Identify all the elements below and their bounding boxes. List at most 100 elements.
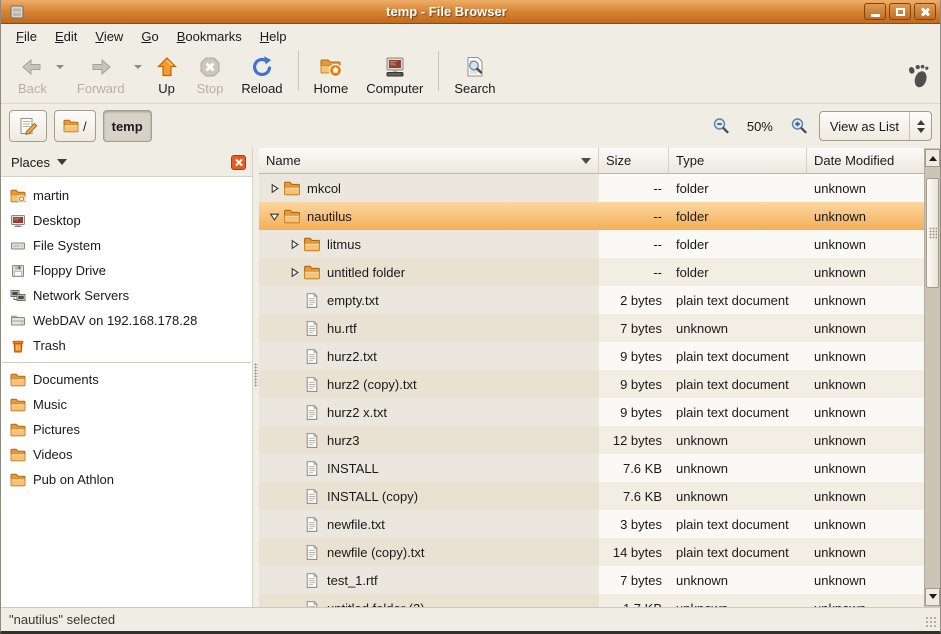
file-name: hurz2.txt bbox=[327, 349, 377, 364]
sidebar-item-desktop[interactable]: Desktop bbox=[1, 208, 252, 233]
sidebar-item-music[interactable]: Music bbox=[1, 392, 252, 417]
menu-help[interactable]: Help bbox=[251, 26, 296, 47]
minimize-button[interactable] bbox=[864, 3, 886, 20]
table-row[interactable]: hu.rtf7 bytesunknownunknown bbox=[259, 314, 924, 342]
scrollbar-thumb[interactable] bbox=[926, 178, 939, 288]
table-row[interactable]: newfile (copy).txt14 bytesplain text doc… bbox=[259, 538, 924, 566]
forward-history-dropdown-icon[interactable] bbox=[134, 65, 142, 73]
path-button-current[interactable]: temp bbox=[103, 110, 152, 142]
search-button[interactable]: Search bbox=[445, 51, 504, 100]
date-cell: unknown bbox=[807, 314, 924, 342]
resize-grip[interactable] bbox=[925, 616, 938, 629]
column-header-type[interactable]: Type bbox=[669, 148, 807, 174]
sidebar-mode-select[interactable]: Places bbox=[7, 155, 50, 170]
sidebar-item-trash[interactable]: Trash bbox=[1, 333, 252, 358]
file-list-view: NameSizeTypeDate Modified mkcol--folderu… bbox=[259, 148, 940, 607]
menu-edit[interactable]: Edit bbox=[46, 26, 86, 47]
window-title: temp - File Browser bbox=[29, 4, 864, 19]
zoom-level: 50% bbox=[741, 119, 779, 134]
table-row[interactable]: newfile.txt3 bytesplain text documentunk… bbox=[259, 510, 924, 538]
spinner-up-icon bbox=[917, 116, 925, 125]
size-cell: 9 bytes bbox=[599, 398, 669, 426]
table-row[interactable]: hurz2 x.txt9 bytesplain text documentunk… bbox=[259, 398, 924, 426]
sidebar-item-file-system[interactable]: File System bbox=[1, 233, 252, 258]
close-button[interactable] bbox=[914, 3, 936, 20]
table-row[interactable]: test_1.rtf7 bytesunknownunknown bbox=[259, 566, 924, 594]
table-row[interactable]: untitled folder (2)1.7 KBunknownunknown bbox=[259, 594, 924, 607]
menu-file[interactable]: File bbox=[7, 26, 46, 47]
edit-location-button[interactable] bbox=[9, 110, 47, 142]
date-cell: unknown bbox=[807, 202, 924, 230]
table-row[interactable]: nautilus--folderunknown bbox=[259, 202, 924, 230]
zoom-out-button[interactable] bbox=[711, 116, 731, 136]
table-row[interactable]: INSTALL7.6 KBunknownunknown bbox=[259, 454, 924, 482]
table-row[interactable]: litmus--folderunknown bbox=[259, 230, 924, 258]
path-button-root[interactable]: / bbox=[54, 110, 96, 142]
maximize-button[interactable] bbox=[889, 3, 911, 20]
name-cell: untitled folder bbox=[259, 258, 599, 286]
file-icon bbox=[303, 488, 321, 505]
type-cell: plain text document bbox=[669, 538, 807, 566]
name-cell: INSTALL bbox=[259, 454, 599, 482]
sidebar-item-webdav-on-192-168-178-28[interactable]: WebDAV on 192.168.178.28 bbox=[1, 308, 252, 333]
view-mode-select[interactable]: View as List bbox=[819, 111, 932, 141]
menu-view[interactable]: View bbox=[86, 26, 132, 47]
expander-collapsed-icon[interactable] bbox=[265, 183, 283, 194]
table-row[interactable]: hurz312 bytesunknownunknown bbox=[259, 426, 924, 454]
sidebar-item-floppy-drive[interactable]: Floppy Drive bbox=[1, 258, 252, 283]
table-row[interactable]: hurz2.txt9 bytesplain text documentunkno… bbox=[259, 342, 924, 370]
size-cell: 7.6 KB bbox=[599, 454, 669, 482]
vertical-scrollbar[interactable] bbox=[924, 148, 940, 607]
folder-icon bbox=[10, 372, 26, 388]
scroll-up-button[interactable] bbox=[925, 149, 940, 167]
type-cell: folder bbox=[669, 174, 807, 202]
view-mode-spinner[interactable] bbox=[909, 112, 931, 140]
column-header-date[interactable]: Date Modified bbox=[807, 148, 924, 174]
date-cell: unknown bbox=[807, 426, 924, 454]
file-icon bbox=[303, 516, 321, 533]
up-button[interactable]: Up bbox=[146, 51, 188, 100]
sidebar-item-pub-on-athlon[interactable]: Pub on Athlon bbox=[1, 467, 252, 492]
home-label: Home bbox=[314, 81, 349, 96]
table-row[interactable]: hurz2 (copy).txt9 bytesplain text docume… bbox=[259, 370, 924, 398]
search-label: Search bbox=[454, 81, 495, 96]
back-history-dropdown-icon[interactable] bbox=[56, 65, 64, 73]
sidebar-item-pictures[interactable]: Pictures bbox=[1, 417, 252, 442]
sidebar-close-button[interactable] bbox=[231, 155, 246, 170]
size-cell: 9 bytes bbox=[599, 342, 669, 370]
menu-bookmarks[interactable]: Bookmarks bbox=[168, 26, 251, 47]
column-header-size[interactable]: Size bbox=[599, 148, 669, 174]
sidebar-item-documents[interactable]: Documents bbox=[1, 367, 252, 392]
computer-button[interactable]: Computer bbox=[357, 51, 432, 100]
home-button[interactable]: Home bbox=[305, 51, 358, 100]
sidebar-item-label: File System bbox=[33, 238, 101, 253]
forward-button: Forward bbox=[68, 51, 134, 100]
date-cell: unknown bbox=[807, 258, 924, 286]
expander-collapsed-icon[interactable] bbox=[285, 267, 303, 278]
sidebar-separator bbox=[2, 362, 251, 363]
chevron-down-icon bbox=[57, 159, 67, 170]
table-row[interactable]: INSTALL (copy)7.6 KBunknownunknown bbox=[259, 482, 924, 510]
computer-label: Computer bbox=[366, 81, 423, 96]
type-cell: folder bbox=[669, 202, 807, 230]
reload-button[interactable]: Reload bbox=[232, 51, 291, 100]
sidebar-item-network-servers[interactable]: Network Servers bbox=[1, 283, 252, 308]
expander-expanded-icon[interactable] bbox=[265, 211, 283, 222]
column-header-name[interactable]: Name bbox=[259, 148, 599, 174]
sidebar-item-martin[interactable]: martin bbox=[1, 183, 252, 208]
expander-collapsed-icon[interactable] bbox=[285, 239, 303, 250]
titlebar[interactable]: temp - File Browser bbox=[1, 0, 940, 24]
back-icon bbox=[20, 55, 44, 79]
gnome-foot-logo-icon bbox=[906, 63, 932, 89]
type-cell: plain text document bbox=[669, 342, 807, 370]
scroll-down-button[interactable] bbox=[925, 588, 940, 606]
sidebar-item-videos[interactable]: Videos bbox=[1, 442, 252, 467]
type-cell: unknown bbox=[669, 566, 807, 594]
table-row[interactable]: empty.txt2 bytesplain text documentunkno… bbox=[259, 286, 924, 314]
stop-label: Stop bbox=[197, 81, 224, 96]
menu-go[interactable]: Go bbox=[132, 26, 167, 47]
table-row[interactable]: untitled folder--folderunknown bbox=[259, 258, 924, 286]
zoom-in-button[interactable] bbox=[789, 116, 809, 136]
name-cell: nautilus bbox=[259, 202, 599, 230]
table-row[interactable]: mkcol--folderunknown bbox=[259, 174, 924, 202]
